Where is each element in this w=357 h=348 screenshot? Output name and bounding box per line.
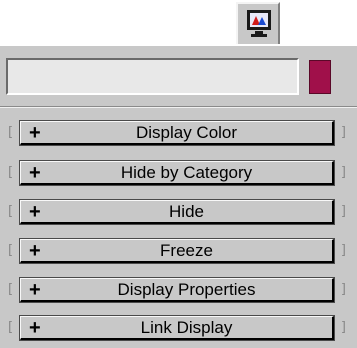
rollout-left-bracket: [ [8, 125, 14, 140]
rollout-label: Link Display [140, 318, 233, 337]
rollout-header-freeze[interactable]: + Freeze [19, 238, 335, 264]
rollout-header-display-color[interactable]: + Display Color [19, 120, 335, 146]
rollout-right-bracket: ] [340, 320, 346, 335]
rollout-left-bracket: [ [8, 320, 14, 335]
rollout-label: Display Color [135, 123, 238, 142]
expand-plus-icon: + [29, 122, 41, 144]
rollout-right-bracket: ] [340, 125, 346, 140]
rollout-left-bracket: [ [8, 282, 14, 297]
rollout-hide: [ + Hide ] [8, 199, 346, 225]
rollout-hide-by-category: [ + Hide by Category ] [8, 160, 346, 186]
object-name-field[interactable] [6, 58, 299, 95]
rollout-label: Hide by Category [120, 163, 253, 182]
object-color-swatch[interactable] [309, 60, 331, 94]
rollout-label: Freeze [160, 241, 213, 260]
expand-plus-icon: + [29, 201, 41, 223]
rollout-freeze: [ + Freeze ] [8, 238, 346, 264]
display-monitor-icon [247, 10, 271, 37]
rollout-left-bracket: [ [8, 165, 14, 180]
rollout-right-bracket: ] [340, 282, 346, 297]
rollout-right-bracket: ] [340, 204, 346, 219]
rollout-header-hide[interactable]: + Hide [19, 199, 335, 225]
rollout-display-properties: [ + Display Properties ] [8, 277, 346, 303]
rollout-label: Display Properties [117, 280, 256, 299]
rollout-right-bracket: ] [340, 243, 346, 258]
display-panel-tab[interactable] [236, 2, 280, 44]
rollout-right-bracket: ] [340, 165, 346, 180]
expand-plus-icon: + [29, 240, 41, 262]
rollout-left-bracket: [ [8, 243, 14, 258]
expand-plus-icon: + [29, 317, 41, 339]
rollout-link-display: [ + Link Display ] [8, 315, 346, 341]
rollout-label: Hide [169, 202, 204, 221]
rollout-header-hide-by-category[interactable]: + Hide by Category [19, 160, 335, 186]
rollout-display-color: [ + Display Color ] [8, 120, 346, 146]
panel-divider [0, 106, 357, 108]
command-panel-tab-strip [0, 0, 357, 46]
expand-plus-icon: + [29, 279, 41, 301]
rollout-header-display-properties[interactable]: + Display Properties [19, 277, 335, 303]
rollout-header-link-display[interactable]: + Link Display [19, 315, 335, 341]
expand-plus-icon: + [29, 162, 41, 184]
rollout-left-bracket: [ [8, 204, 14, 219]
